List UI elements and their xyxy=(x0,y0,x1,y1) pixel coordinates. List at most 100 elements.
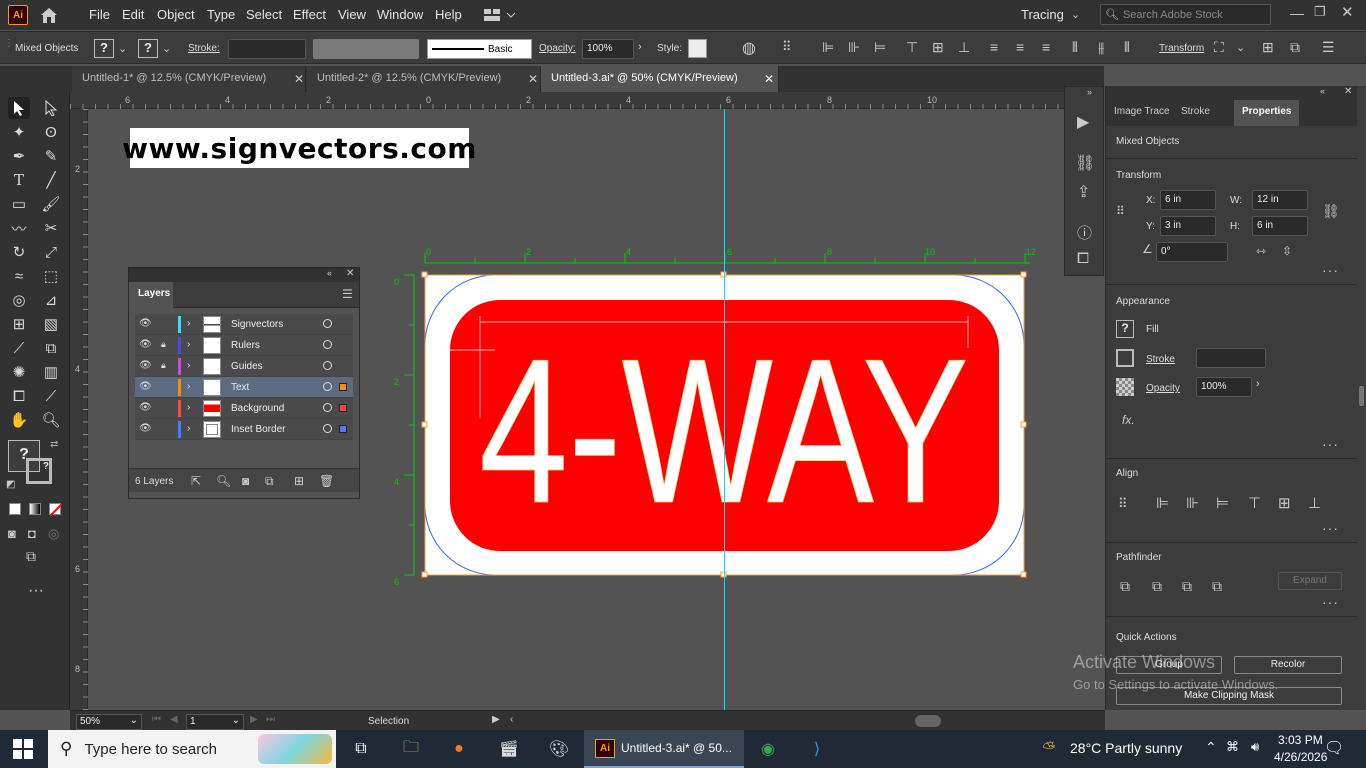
taskbar-search-input[interactable]: Type here to search xyxy=(84,741,217,758)
distribute-center-icon[interactable]: ⫵ xyxy=(1098,39,1104,56)
selection-indicator[interactable] xyxy=(339,383,347,391)
selection-tool-icon[interactable] xyxy=(8,97,30,119)
clock-date[interactable]: 4/26/2026 xyxy=(1274,750,1327,764)
distribute-bottom-icon[interactable]: ≡ xyxy=(1042,39,1050,55)
zoom-tool-icon[interactable]: 🔍︎ xyxy=(40,409,62,431)
chevron-down-icon[interactable]: ⌄ xyxy=(118,42,127,55)
tray-chevron-up-icon[interactable]: ⌃ xyxy=(1205,739,1217,756)
default-colors-icon[interactable]: ◩ xyxy=(6,479,15,490)
chevron-down-icon[interactable]: ⌄ xyxy=(162,42,171,55)
shaper-tool-icon[interactable]: 〰 xyxy=(8,217,30,239)
delete-layer-icon[interactable]: 🗑︎ xyxy=(319,474,334,488)
chevron-right-icon[interactable]: › xyxy=(1256,378,1260,390)
none-mode-icon[interactable] xyxy=(49,503,63,517)
zoom-field[interactable]: 50% ⌄ xyxy=(76,714,142,730)
layer-name[interactable]: Rulers xyxy=(231,340,260,351)
more-options-icon[interactable]: ··· xyxy=(1322,436,1339,452)
search-input[interactable]: Search Adobe Stock xyxy=(1123,9,1223,21)
tab-properties[interactable]: Properties xyxy=(1234,100,1300,126)
locate-object-icon[interactable]: 🔍︎ xyxy=(216,474,231,488)
graphic-style-swatch[interactable] xyxy=(688,39,707,58)
chevron-right-icon[interactable]: › xyxy=(638,41,642,53)
scroll-left-icon[interactable]: ‹ xyxy=(510,714,513,725)
rectangle-tool-icon[interactable]: ▭ xyxy=(8,193,30,215)
align-to-selection-icon[interactable]: ⠿ xyxy=(782,39,792,55)
y-field[interactable]: 3 in xyxy=(1160,216,1216,236)
volume-icon[interactable]: 🔊︎ xyxy=(1251,739,1259,755)
target-circle-icon[interactable] xyxy=(323,361,332,370)
vscode-icon[interactable]: ⟩ xyxy=(804,737,830,761)
visibility-eye-icon[interactable]: 👁︎ xyxy=(139,339,152,350)
layer-name[interactable]: Signvectors xyxy=(231,319,283,330)
stroke-weight-field[interactable] xyxy=(228,39,306,59)
align-right-icon[interactable]: ⊨ xyxy=(874,39,886,56)
reference-point-icon[interactable]: ⠿ xyxy=(1116,204,1125,218)
align-top-icon[interactable]: ⊤ xyxy=(906,39,918,56)
type-tool-icon[interactable]: T xyxy=(8,169,30,191)
align-center-icon[interactable]: ⊪ xyxy=(848,39,860,56)
tab-layers[interactable]: Layers xyxy=(129,282,173,308)
fx-icon[interactable]: fx. xyxy=(1122,413,1135,427)
menu-effect[interactable]: Effect xyxy=(293,7,326,22)
more-options-icon[interactable]: ··· xyxy=(1322,262,1339,278)
layer-row[interactable]: 👁︎ › Background xyxy=(135,398,353,419)
reference-point-icon[interactable]: ⛶ xyxy=(1214,39,1224,56)
scissors-tool-icon[interactable]: ✂ xyxy=(40,217,62,239)
rotate-field[interactable]: 0° xyxy=(1156,242,1228,262)
taskbar-illustrator-window[interactable]: Ai Untitled-3.ai* @ 50... xyxy=(584,730,744,768)
transform-link[interactable]: Transform xyxy=(1159,43,1204,54)
close-icon[interactable]: ✕ xyxy=(1344,86,1352,97)
distribute-right-icon[interactable]: ⫴ xyxy=(1124,39,1130,56)
curvature-tool-icon[interactable]: ✎ xyxy=(40,145,62,167)
last-artboard-icon[interactable]: ⏭︎ xyxy=(266,714,275,725)
make-clipping-mask-icon[interactable]: ◙ xyxy=(242,474,249,488)
mesh-tool-icon[interactable]: ⊞ xyxy=(8,313,30,335)
create-sublayer-icon[interactable]: ⧉ xyxy=(265,474,274,489)
align-center-icon[interactable]: ⊪ xyxy=(1186,494,1199,512)
variable-width-profile[interactable] xyxy=(313,39,419,59)
collapse-panel-icon[interactable]: « xyxy=(327,268,332,278)
create-layer-icon[interactable]: ⊞ xyxy=(294,474,304,488)
menu-view[interactable]: View xyxy=(338,7,366,22)
recolor-artwork-icon[interactable]: ◍ xyxy=(742,38,756,58)
video-editor-icon[interactable]: 🎬︎ xyxy=(496,737,522,761)
layer-name[interactable]: Text xyxy=(231,382,249,393)
previous-artboard-icon[interactable]: ◀ xyxy=(170,714,178,725)
target-circle-icon[interactable] xyxy=(323,403,332,412)
screen-mode-icon[interactable]: ⧉ xyxy=(26,548,36,565)
artboard-navigation-field[interactable]: 1 ⌄ xyxy=(186,714,244,730)
fill-swatch[interactable]: ? xyxy=(1116,320,1134,338)
opacity-field[interactable]: 100% xyxy=(582,39,634,59)
close-icon[interactable]: ✕ xyxy=(764,72,774,86)
stroke-label[interactable]: Stroke: xyxy=(188,43,220,54)
close-icon[interactable]: ✕ xyxy=(346,268,354,279)
paintbrush-tool-icon[interactable]: 🖌︎ xyxy=(40,193,62,215)
layer-row[interactable]: 👁︎ 🔒︎ › Guides xyxy=(135,356,353,377)
first-artboard-icon[interactable]: ⏮︎ xyxy=(152,714,161,725)
distribute-middle-icon[interactable]: ≡ xyxy=(1016,39,1024,55)
menu-type[interactable]: Type xyxy=(207,7,235,22)
color-mode-icon[interactable] xyxy=(9,503,21,515)
panel-menu-icon[interactable]: ☰ xyxy=(1322,39,1335,56)
visibility-eye-icon[interactable]: 👁︎ xyxy=(139,402,152,413)
collapse-panel-icon[interactable]: » xyxy=(1087,87,1092,97)
stroke-swatch[interactable]: ? xyxy=(138,39,158,58)
stroke-link[interactable]: Stroke xyxy=(1146,354,1175,365)
align-right-icon[interactable]: ⊨ xyxy=(1216,494,1229,512)
layer-row[interactable]: 👁︎ › Text xyxy=(135,377,353,398)
expand-arrow-icon[interactable]: › xyxy=(187,402,190,413)
close-icon[interactable]: ✕ xyxy=(528,72,538,86)
target-circle-icon[interactable] xyxy=(323,382,332,391)
properties-scrollbar[interactable] xyxy=(1357,86,1366,710)
chevron-down-icon[interactable]: ⌄ xyxy=(1071,8,1080,21)
network-icon[interactable]: ⌘ xyxy=(1226,739,1239,755)
menu-object[interactable]: Object xyxy=(157,7,195,22)
tab-untitled-1[interactable]: Untitled-1* @ 12.5% (CMYK/Preview) xyxy=(72,66,306,92)
target-circle-icon[interactable] xyxy=(323,340,332,349)
home-icon[interactable] xyxy=(38,5,60,25)
artboard-tool-icon[interactable]: ⧠ xyxy=(8,385,30,407)
isolate-group-icon[interactable]: ⊞ xyxy=(1262,39,1274,56)
tab-image-trace[interactable]: Image Trace xyxy=(1106,100,1178,126)
layer-name[interactable]: Guides xyxy=(231,361,263,372)
width-field[interactable]: 12 in xyxy=(1252,190,1308,210)
